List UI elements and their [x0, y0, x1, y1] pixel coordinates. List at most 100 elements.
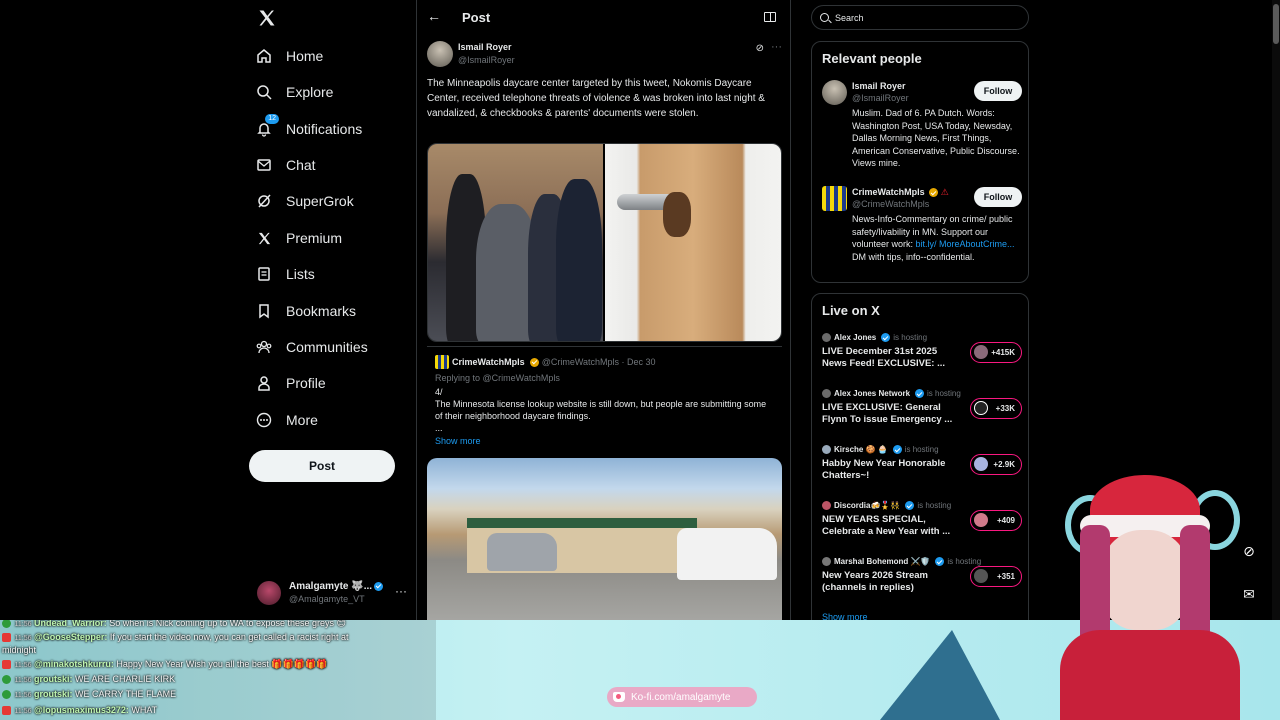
live-title: LIVE EXCLUSIVE: General Flynn To issue E… [822, 402, 953, 425]
panel-title: Live on X [822, 303, 880, 318]
youtube-icon [2, 660, 11, 670]
list-icon [255, 265, 273, 283]
youtube-icon [2, 706, 11, 716]
search-box[interactable] [811, 5, 1029, 30]
verified-icon [935, 557, 945, 566]
avatar[interactable] [822, 80, 847, 105]
right-sidebar: Relevant people Ismail Royer @IsmailRoye… [811, 0, 1029, 633]
author-handle[interactable]: @IsmailRoyer [458, 55, 515, 65]
nav-chat[interactable]: Chat [255, 150, 316, 180]
follow-button[interactable]: Follow [974, 187, 1022, 207]
nav-label: Communities [286, 339, 368, 355]
live-listener-count[interactable]: +351 [970, 566, 1022, 587]
nav-lists[interactable]: Lists [255, 259, 315, 289]
reader-mode-icon[interactable] [764, 12, 776, 22]
nav-label: Bookmarks [286, 303, 357, 319]
nav-label: Explore [286, 84, 334, 100]
verified-icon [905, 501, 915, 510]
search-input[interactable] [835, 12, 1015, 23]
show-more-link[interactable]: Show more [435, 436, 481, 446]
live-host: Alex Jones Network is hosting [822, 389, 961, 398]
nav-bookmarks[interactable]: Bookmarks [255, 296, 356, 326]
person-name[interactable]: Ismail Royer [852, 81, 906, 91]
verified-icon [374, 581, 384, 591]
live-item[interactable]: Kirsche 🍪 🧁 is hosting Habby New Year Hon… [822, 445, 1022, 493]
live-title: LIVE December 31st 2025 News Feed! EXCLU… [822, 346, 945, 369]
live-host: Alex Jones is hosting [822, 333, 927, 342]
live-listener-count[interactable]: +409 [970, 510, 1022, 531]
avatar [974, 457, 988, 471]
avatar [435, 355, 449, 369]
notification-badge: 12 [265, 114, 279, 124]
live-item[interactable]: Discordia🍻🎖️👯 is hosting NEW YEARS SPECIA… [822, 501, 1022, 549]
avatar [822, 557, 831, 566]
nav-label: SuperGrok [286, 193, 354, 209]
live-host: Kirsche 🍪 🧁 is hosting [822, 445, 939, 454]
kofi-link[interactable]: Ko-fi.com/amalgamyte [631, 692, 730, 703]
bell-icon: 12 [255, 114, 279, 138]
nav-premium[interactable]: Premium [255, 223, 342, 253]
person-name[interactable]: CrimeWatchMpls ⚠ [852, 187, 949, 198]
live-title: New Years 2026 Stream (channels in repli… [822, 570, 928, 593]
kofi-banner[interactable]: Ko-fi.com/amalgamyte [607, 687, 757, 707]
nav-communities[interactable]: Communities [255, 332, 368, 362]
nav-more[interactable]: More [255, 405, 318, 435]
grok-icon[interactable]: ⊘ [1238, 540, 1260, 562]
quoted-post-header: CrimeWatchMpls @CrimeWatchMpls · Dec 30 [435, 355, 656, 369]
compose-icon[interactable]: ✉ [1238, 583, 1260, 605]
live-listener-count[interactable]: +2.9K [970, 454, 1022, 475]
live-listener-count[interactable]: +33K [970, 398, 1022, 419]
scrollbar-thumb[interactable] [1273, 4, 1279, 44]
avatar [974, 345, 988, 359]
post-media[interactable] [427, 143, 782, 342]
van-shape [677, 528, 777, 580]
more-circle-icon [255, 411, 273, 429]
nav-explore[interactable]: Explore [255, 77, 333, 107]
post-button[interactable]: Post [249, 450, 395, 482]
quoted-post[interactable]: CrimeWatchMpls @CrimeWatchMpls · Dec 30 … [427, 346, 782, 454]
live-item[interactable]: Alex Jones Network is hosting LIVE EXCLUS… [822, 389, 1022, 437]
live-item[interactable]: Marshal Bohemond ⚔️🛡️ is hosting New Year… [822, 557, 1022, 605]
avatar[interactable] [822, 186, 847, 211]
quoted-author-name: CrimeWatchMpls [452, 357, 525, 367]
account-handle: @Amalgamyte_VT [289, 594, 365, 604]
account-switcher[interactable]: Amalgamyte 🐺... @Amalgamyte_VT ··· [257, 578, 407, 608]
more-icon[interactable]: ··· [395, 584, 407, 598]
person-card[interactable]: CrimeWatchMpls ⚠ @CrimeWatchMpls Follow … [822, 186, 1022, 281]
chat-message: 11:56 @lopusmaximus3272: WHAT [2, 705, 157, 717]
nav-home[interactable]: Home [255, 41, 323, 71]
left-sidebar: Home Explore 12 Notifications Chat Super… [249, 0, 409, 620]
follow-button[interactable]: Follow [974, 81, 1022, 101]
live-item[interactable]: Alex Jones is hosting LIVE December 31st … [822, 333, 1022, 381]
avatar[interactable] [427, 41, 453, 67]
chat-message-continued: midnight [2, 645, 37, 655]
chat-message: 11:56 groutski: WE ARE CHARLIE KIRK [2, 674, 175, 686]
person-card[interactable]: Ismail Royer @IsmailRoyer Follow Muslim.… [822, 80, 1022, 170]
person-bio: Muslim. Dad of 6. PA Dutch. Words: Washi… [852, 108, 1020, 169]
mail-icon [255, 156, 273, 174]
bio-link[interactable]: bit.ly/ MoreAboutCrime... [916, 239, 1015, 249]
warning-icon: ⚠ [940, 187, 949, 197]
back-arrow-icon[interactable]: ← [427, 8, 441, 24]
x-logo-icon[interactable] [257, 8, 277, 28]
nav-notifications[interactable]: 12 Notifications [255, 114, 362, 144]
quoted-media-image[interactable] [427, 458, 782, 620]
author-name[interactable]: Ismail Royer [458, 42, 512, 52]
media-image[interactable] [605, 144, 781, 341]
communities-icon [255, 338, 273, 356]
avatar [974, 401, 988, 415]
grok-icon[interactable]: ⊘ [756, 43, 764, 54]
x-logo-icon [255, 229, 273, 247]
more-icon[interactable]: ··· [771, 41, 782, 53]
live-on-x-panel: Live on X Alex Jones is hosting LIVE Dece… [811, 293, 1029, 633]
live-listener-count[interactable]: +415K [970, 342, 1022, 363]
sweater-shape [1060, 630, 1240, 720]
person-bio: News-Info-Commentary on crime/ public sa… [852, 214, 1015, 262]
nav-profile[interactable]: Profile [255, 368, 326, 398]
live-title: NEW YEARS SPECIAL, Celebrate a New Year … [822, 514, 951, 537]
chat-message: 11:56 @GooseStepper: If you start the vi… [2, 632, 348, 644]
avatar [257, 581, 281, 605]
nav-supergrok[interactable]: SuperGrok [255, 186, 354, 216]
live-host: Discordia🍻🎖️👯 is hosting [822, 501, 951, 510]
media-image[interactable] [428, 144, 603, 341]
